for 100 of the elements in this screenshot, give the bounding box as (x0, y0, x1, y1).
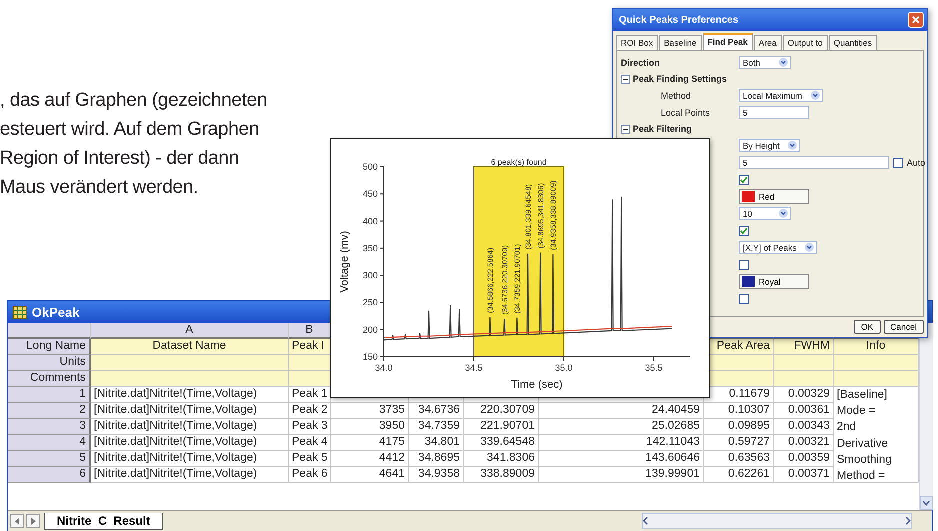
worksheet-title: OkPeak (32, 304, 80, 320)
tick-label: 35.0 (555, 363, 573, 373)
table-icon (13, 306, 27, 318)
color-button[interactable]: Red (739, 189, 809, 204)
checkbox[interactable] (893, 158, 903, 168)
tab[interactable]: Quantities (828, 35, 878, 50)
table-cell: 34.9358 (409, 467, 464, 483)
tab[interactable]: Baseline (659, 35, 702, 50)
long-name-cell: Dataset Name (91, 339, 289, 355)
table-cell: [Nitrite.dat]Nitrite!(Time,Voltage) (91, 451, 289, 467)
group-label: Peak Filtering (633, 124, 692, 134)
tick-label: 150 (362, 352, 378, 362)
row-number: 4 (8, 435, 91, 451)
checkbox[interactable] (739, 226, 749, 236)
dropdown[interactable]: Both (739, 56, 791, 69)
row-header: Long Name (8, 339, 91, 355)
dialog-title: Quick Peaks Preferences (619, 14, 739, 26)
row-number: 3 (8, 419, 91, 435)
row-number: 6 (8, 467, 91, 483)
checkbox[interactable] (739, 174, 749, 184)
caret-icon (779, 58, 788, 67)
row-header: Comments (8, 371, 91, 387)
table-cell: [Nitrite.dat]Nitrite!(Time,Voltage) (91, 467, 289, 483)
checkbox[interactable] (739, 294, 749, 304)
dropdown[interactable]: 10 (739, 207, 791, 220)
table-cell: [Nitrite.dat]Nitrite!(Time,Voltage) (91, 387, 289, 403)
table-cell: 0.00361 (774, 403, 834, 419)
dropdown[interactable]: [X,Y] of Peaks (739, 241, 817, 254)
horizontal-scrollbar[interactable] (642, 513, 912, 529)
sheet-tab[interactable]: Nitrite_C_Result (44, 512, 164, 530)
tick-label: 34.0 (375, 363, 393, 373)
table-cell: 34.8695 (409, 451, 464, 467)
table-cell: 3950 (331, 419, 409, 435)
roi-caption: 6 peak(s) found (491, 158, 547, 167)
table-cell: 0.09895 (704, 419, 774, 435)
table-cell: [Nitrite.dat]Nitrite!(Time,Voltage) (91, 435, 289, 451)
roi-region[interactable] (474, 166, 564, 358)
corner-cell[interactable] (8, 323, 91, 339)
tab[interactable]: Find Peak (702, 33, 753, 50)
table-cell: 34.6736 (409, 403, 464, 419)
table-cell: 34.7359 (409, 419, 464, 435)
table-cell: 220.30709 (464, 403, 539, 419)
table-cell: 0.00371 (774, 467, 834, 483)
column-header[interactable]: B (289, 323, 331, 339)
table-cell: 0.00321 (774, 435, 834, 451)
table-cell: 339.64548 (464, 435, 539, 451)
table-cell: 4641 (331, 467, 409, 483)
table-cell: 0.62261 (704, 467, 774, 483)
axis-title: Voltage (mv) (339, 231, 351, 293)
long-name-cell: Info (834, 339, 919, 355)
table-cell: Peak 3 (289, 419, 331, 435)
checkbox[interactable] (739, 260, 749, 270)
tick-label: 450 (362, 189, 378, 200)
table-cell: Peak 2 (289, 403, 331, 419)
dialog-button[interactable]: Cancel (884, 320, 924, 334)
previous-sheet-button[interactable] (10, 514, 24, 528)
table-cell: 25.02685 (539, 419, 704, 435)
table-cell: [Nitrite.dat]Nitrite!(Time,Voltage) (91, 403, 289, 419)
left-arrow-icon (14, 518, 20, 524)
dialog-button[interactable]: OK (854, 320, 881, 334)
tick-label: 500 (362, 162, 378, 172)
chevron-left-icon (643, 517, 648, 525)
collapse-icon[interactable] (621, 124, 630, 134)
column-header[interactable]: A (91, 323, 289, 339)
vertical-scrollbar[interactable] (919, 323, 933, 510)
table-cell: 341.8306 (464, 451, 539, 467)
tab[interactable]: Area (754, 35, 782, 50)
table-cell: 338.89009 (464, 467, 539, 483)
tick-label: 250 (362, 298, 378, 308)
tab[interactable]: ROI Box (616, 35, 658, 50)
close-button[interactable] (908, 12, 924, 28)
table-cell: 0.59727 (704, 435, 774, 451)
table-cell: [Nitrite.dat]Nitrite!(Time,Voltage) (91, 419, 289, 435)
caret-icon (804, 243, 814, 252)
tick-label: 400 (362, 216, 378, 226)
tick-label: 350 (362, 243, 378, 254)
field-label: Method (661, 90, 692, 100)
axis-title: Time (sec) (511, 379, 563, 391)
input-field[interactable]: 5 (739, 156, 889, 169)
long-name-cell: FWHM (774, 339, 834, 355)
color-button[interactable]: Royal (739, 274, 809, 289)
table-cell: 34.801 (409, 435, 464, 451)
table-cell: 4175 (331, 435, 409, 451)
close-icon (912, 16, 920, 24)
input-field[interactable]: 5 (739, 106, 809, 119)
paragraph-text: , das auf Graphen (gezeichneten esteuert wird. Auf dem Graphen Region of Interest) - der dann Maus verändert werden. (0, 89, 268, 200)
row-header: Units (8, 355, 91, 371)
table-cell: 0.00329 (774, 387, 834, 403)
table-cell: 0.00343 (774, 419, 834, 435)
group-label: Peak Finding Settings (633, 74, 728, 84)
table-cell: 3735 (331, 403, 409, 419)
dropdown[interactable]: Local Maximum (739, 89, 823, 102)
table-cell: 24.40459 (539, 403, 704, 419)
row-number: 1 (8, 387, 91, 403)
next-sheet-button[interactable] (26, 514, 40, 528)
table-cell: Peak 6 (289, 467, 331, 483)
collapse-icon[interactable] (621, 74, 630, 84)
tab[interactable]: Output to (782, 35, 828, 50)
table-cell: 221.90701 (464, 419, 539, 435)
dropdown[interactable]: By Height (739, 139, 800, 152)
